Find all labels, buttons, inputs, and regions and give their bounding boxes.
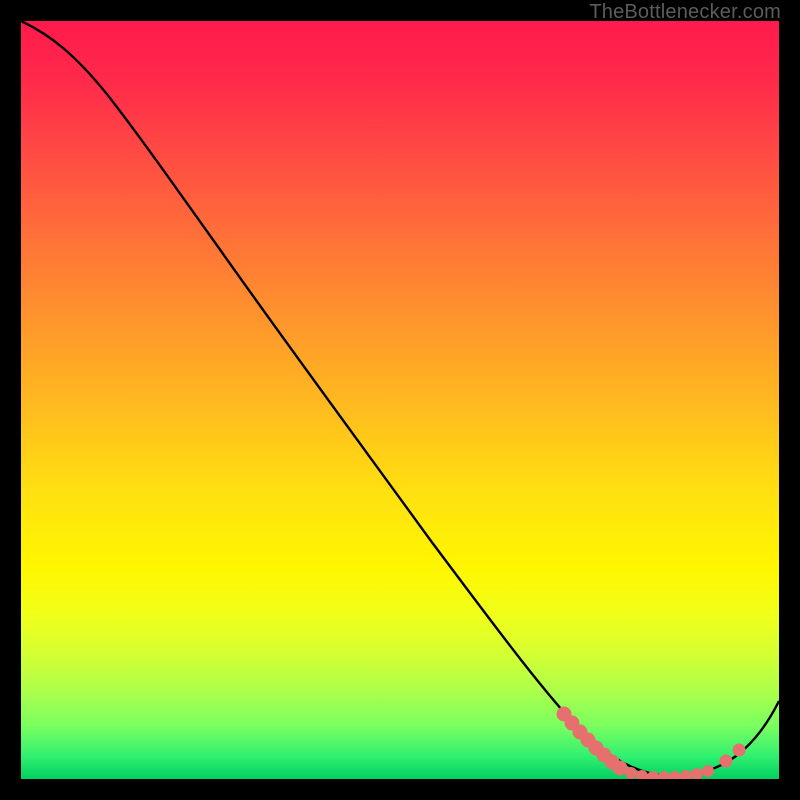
marker-group: [557, 707, 745, 779]
curve-path: [21, 21, 779, 776]
branding-watermark: TheBottlenecker.com: [589, 1, 781, 24]
chart-frame: TheBottlenecker.com: [0, 0, 800, 800]
bottleneck-curve: [21, 21, 779, 779]
plot-area: [21, 21, 779, 779]
